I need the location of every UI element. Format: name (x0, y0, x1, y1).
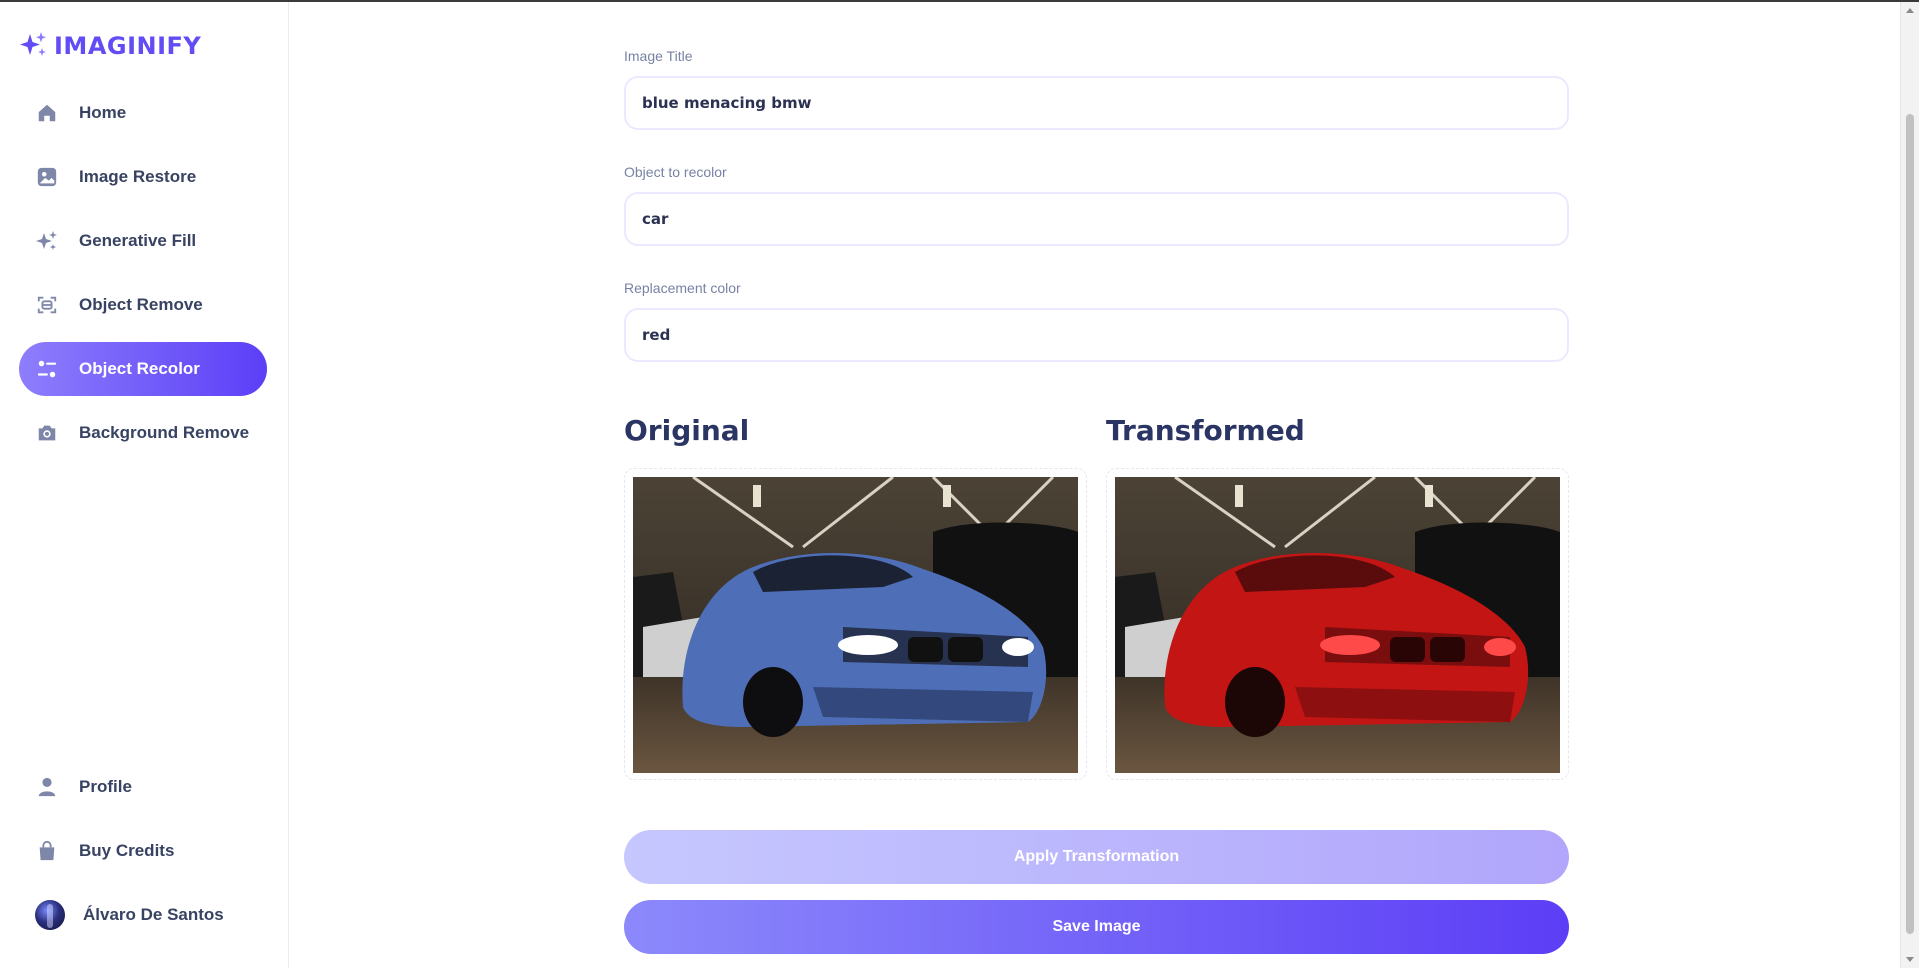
image-title-input[interactable]: blue menacing bmw (624, 76, 1569, 130)
sidebar-item-generative-fill[interactable]: Generative Fill (19, 214, 267, 268)
transformed-car-image (1115, 477, 1560, 773)
save-image-button[interactable]: Save Image (624, 900, 1569, 954)
transformed-heading: Transformed (1106, 414, 1305, 447)
camera-icon (35, 421, 59, 445)
image-title-label: Image Title (624, 48, 693, 64)
scan-icon (35, 293, 59, 317)
logo-sparkle-icon (20, 32, 46, 56)
logo[interactable]: IMAGINIFY (18, 30, 201, 62)
object-to-recolor-input[interactable]: car (624, 192, 1569, 246)
sidebar-item-label: Profile (79, 777, 132, 796)
sidebar-item-label: Object Remove (79, 295, 203, 314)
image-icon (35, 165, 59, 189)
sidebar-item-label: Image Restore (79, 167, 197, 186)
object-to-recolor-group: Object to recolor car (624, 164, 1569, 246)
replacement-color-group: Replacement color red (624, 280, 1569, 362)
sidebar-item-image-restore[interactable]: Image Restore (19, 150, 267, 204)
original-heading: Original (624, 414, 750, 447)
main-content: Image Title blue menacing bmw Object to … (290, 2, 1900, 968)
replacement-color-label: Replacement color (624, 280, 741, 296)
bag-icon (35, 839, 59, 863)
vertical-scrollbar[interactable] (1900, 2, 1919, 968)
user-name: Álvaro De Santos (83, 905, 224, 924)
original-image-panel[interactable] (624, 468, 1087, 780)
image-title-group: Image Title blue menacing bmw (624, 48, 1569, 130)
scroll-down-arrow-icon[interactable] (1906, 957, 1914, 962)
sidebar-item-object-recolor[interactable]: Object Recolor (19, 342, 267, 396)
sidebar: IMAGINIFY Home Image Restore Generative … (0, 2, 289, 968)
sidebar-item-profile[interactable]: Profile (19, 760, 267, 814)
sidebar-item-label: Generative Fill (79, 231, 197, 250)
sidebar-item-background-remove[interactable]: Background Remove (19, 406, 267, 460)
scrollbar-thumb[interactable] (1906, 114, 1914, 934)
sidebar-item-object-remove[interactable]: Object Remove (19, 278, 267, 332)
sidebar-nav: Home Image Restore Generative Fill Objec… (19, 86, 267, 470)
avatar (35, 900, 65, 930)
original-car-image (633, 477, 1078, 773)
sidebar-item-label: Background Remove (79, 423, 250, 442)
home-icon (35, 101, 59, 125)
sidebar-item-buy-credits[interactable]: Buy Credits (19, 824, 267, 878)
sidebar-item-label: Home (79, 103, 127, 122)
logo-text: IMAGINIFY (54, 32, 202, 60)
sparkle-icon (35, 229, 59, 253)
apply-transformation-button[interactable]: Apply Transformation (624, 830, 1569, 884)
user-profile-button[interactable]: Álvaro De Santos (19, 888, 267, 942)
sidebar-item-home[interactable]: Home (19, 86, 267, 140)
object-to-recolor-label: Object to recolor (624, 164, 727, 180)
sidebar-item-label: Buy Credits (79, 841, 175, 860)
user-icon (35, 775, 59, 799)
scroll-up-arrow-icon[interactable] (1906, 8, 1914, 13)
sidebar-bottom: Profile Buy Credits Álvaro De Santos (19, 760, 267, 942)
replacement-color-input[interactable]: red (624, 308, 1569, 362)
filter-icon (35, 357, 59, 381)
sidebar-item-label: Object Recolor (79, 359, 200, 378)
transformed-image-panel[interactable] (1106, 468, 1569, 780)
